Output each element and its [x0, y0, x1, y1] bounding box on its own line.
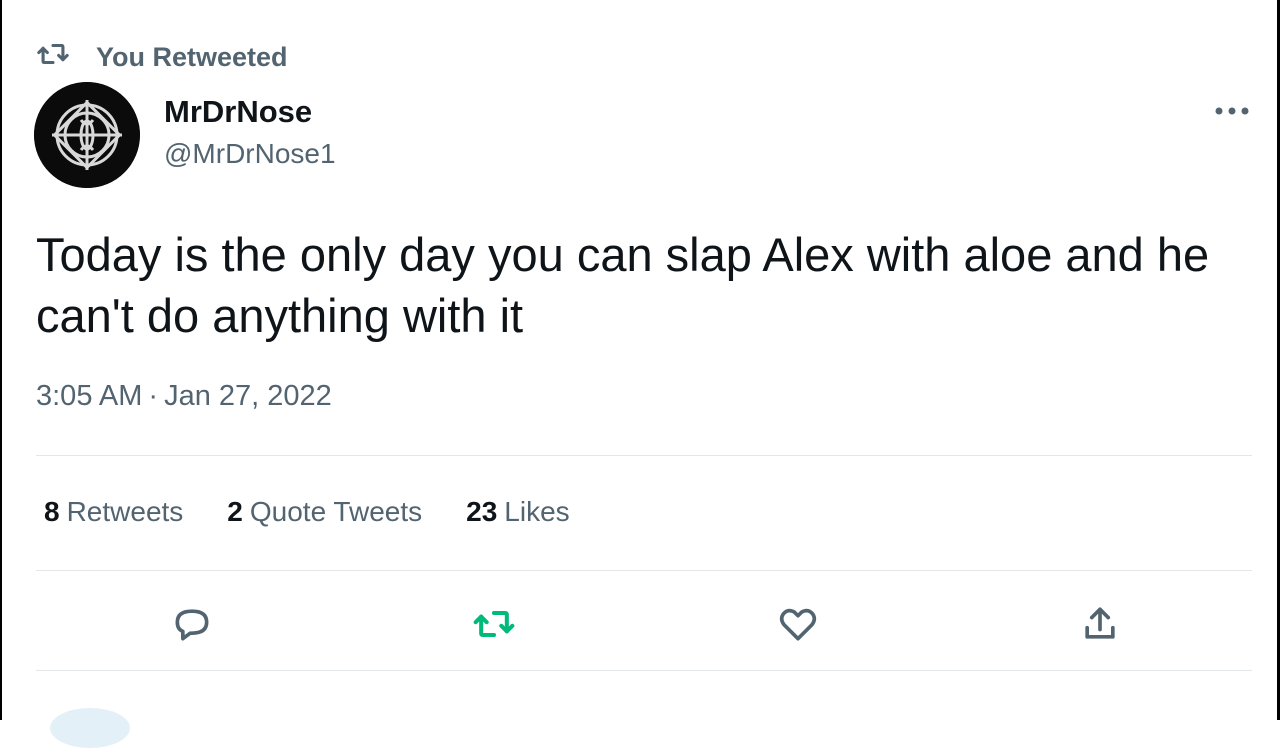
stat-count: 8: [44, 496, 60, 527]
stat-retweets[interactable]: 8 Retweets: [44, 496, 183, 528]
share-icon: [1085, 607, 1115, 639]
stat-quote-tweets[interactable]: 2 Quote Tweets: [227, 496, 422, 528]
author-handle[interactable]: @MrDrNose1: [164, 138, 336, 170]
retweet-icon: [473, 610, 515, 638]
stat-likes[interactable]: 23 Likes: [466, 496, 570, 528]
retweet-context: You Retweeted: [36, 40, 288, 74]
stat-label: Quote Tweets: [249, 496, 423, 527]
retweet-context-label: You Retweeted: [96, 41, 288, 72]
like-button[interactable]: [770, 596, 826, 652]
divider: [36, 670, 1252, 671]
stat-label: Likes: [504, 496, 570, 527]
more-icon: [1215, 107, 1249, 115]
divider: [36, 455, 1252, 456]
retweet-icon: [36, 37, 70, 78]
timestamp-separator: ·: [148, 380, 159, 412]
tweet-date: Jan 27, 2022: [164, 380, 332, 412]
divider: [36, 570, 1252, 571]
tweet-timestamp[interactable]: 3:05 AM · Jan 27, 2022: [36, 380, 332, 413]
tweet-time: 3:05 AM: [36, 380, 143, 412]
stat-count: 23: [466, 496, 498, 527]
reply-button[interactable]: [164, 596, 220, 652]
stat-count: 2: [227, 496, 243, 527]
heart-icon: [779, 608, 817, 641]
next-reply-avatar: [50, 708, 130, 748]
avatar[interactable]: [34, 82, 140, 188]
stat-label: Retweets: [66, 496, 184, 527]
share-button[interactable]: [1072, 596, 1128, 652]
tweet-text: Today is the only day you can slap Alex …: [36, 228, 1210, 342]
engagement-stats: 8 Retweets 2 Quote Tweets 23 Likes: [44, 496, 570, 528]
retweet-button[interactable]: [466, 596, 522, 652]
frame-border-left: [0, 0, 2, 720]
comment-icon: [175, 609, 209, 641]
tweet-action-bar: [36, 596, 1252, 652]
more-options-button[interactable]: [1212, 96, 1252, 126]
author-display-name[interactable]: MrDrNose: [164, 94, 312, 130]
